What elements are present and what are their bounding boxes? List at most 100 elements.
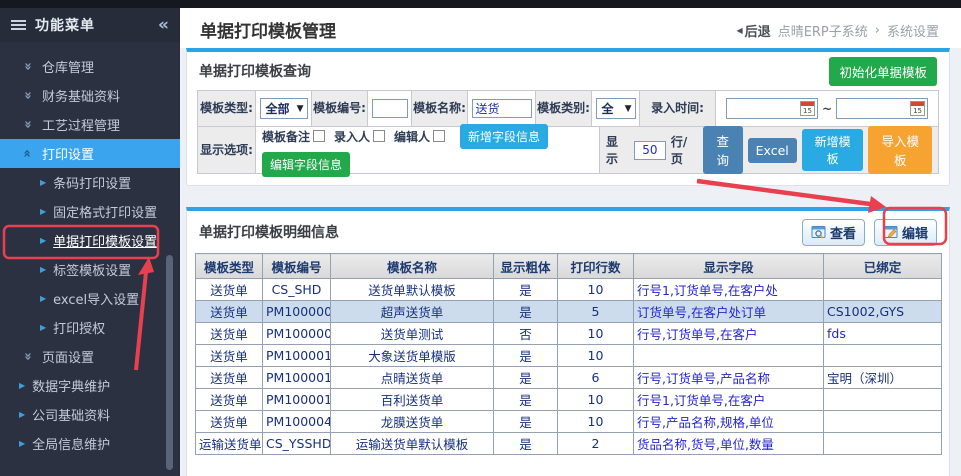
template-no-input[interactable]: [372, 99, 408, 118]
paging-cell: 显示 行/页 查询 Excel 新增模板 导入模板: [600, 127, 938, 173]
template-table: 模板类型 模板编号 模板名称 显示粗体 打印行数 显示字段 已绑定 送货单CS_…: [195, 253, 942, 455]
entry-time-label: 录入时间:: [640, 91, 716, 126]
editor-checkbox[interactable]: [433, 130, 445, 142]
detail-panel-title: 单据打印模板明细信息: [199, 222, 339, 242]
query-panel-header: 单据打印模板查询 初始化单据模板: [187, 52, 949, 90]
app-window: { "sidebar": { "title": "功能菜单", "items":…: [0, 0, 961, 476]
template-name-input[interactable]: [472, 99, 532, 118]
sidebar-item-company-basic[interactable]: ▶公司基础资料: [0, 400, 180, 429]
breadcrumb-separator: ›: [875, 23, 880, 38]
query-form-row-2: 显示选项: 模板备注 录入人 编辑人 新增字段信息 编辑字段信息 显示 行/页 …: [198, 126, 938, 173]
menu-list-icon: [11, 20, 26, 30]
sidebar-menu: »仓库管理 »财务基础资料 »工艺过程管理 »打印设置 ▶条码打印设置 ▶固定格…: [0, 42, 180, 458]
template-type-select[interactable]: 全部▼: [260, 98, 308, 119]
chevron-down-icon: ▼: [297, 104, 304, 114]
table-row-selected[interactable]: 送货单PM1000001超声送货单是5订货单号,在客户处订单CS1002,GYS: [196, 301, 942, 323]
table-row[interactable]: 送货单PM1000011大象送货单模版是10: [196, 345, 942, 367]
edit-field-info-button[interactable]: 编辑字段信息: [262, 152, 350, 177]
date-range-separator: ~: [822, 102, 832, 116]
sidebar-scrollbar[interactable]: [166, 255, 173, 470]
edit-button[interactable]: 编辑: [874, 219, 937, 246]
triangle-right-icon: ▶: [19, 410, 25, 419]
sidebar-item-excel-import[interactable]: ▶excel导入设置: [0, 284, 180, 313]
checkbox-label-entry-person: 录入人: [334, 128, 370, 145]
show-label: 显示: [606, 133, 629, 167]
query-panel-title: 单据打印模板查询: [199, 61, 311, 81]
template-category-select[interactable]: 全▼: [596, 98, 636, 119]
entry-time-start-input[interactable]: 15: [726, 98, 818, 119]
triangle-right-icon: ▶: [40, 236, 46, 245]
table-row[interactable]: 送货单PM1000009送货单测试否10行号,订货单号,在客户fds: [196, 323, 942, 345]
sidebar-item-print-settings[interactable]: »打印设置: [0, 139, 180, 168]
triangle-right-icon: ▶: [40, 265, 46, 274]
back-button[interactable]: ◀后退: [737, 21, 771, 40]
display-options-label: 显示选项:: [198, 127, 256, 173]
new-template-button[interactable]: 新增模板: [802, 129, 864, 171]
query-form: 模板类型: 全部▼ 模板编号: 模板名称: 模板类别: 全▼ 录入时间: 15 …: [197, 90, 939, 174]
sidebar-item-finance-basic[interactable]: »财务基础资料: [0, 81, 180, 110]
display-options-cell: 模板备注 录入人 编辑人 新增字段信息 编辑字段信息: [256, 127, 600, 173]
chevron-down-icon: »: [20, 350, 35, 363]
sidebar-item-label-template[interactable]: ▶标签模板设置: [0, 255, 180, 284]
add-field-info-button[interactable]: 新增字段信息: [460, 124, 548, 149]
triangle-right-icon: ▶: [19, 381, 25, 390]
detail-panel: 单据打印模板明细信息 查看 编辑 模板类型 模板编号 模板名称 显示粗体 打印行…: [186, 207, 950, 476]
template-type-label: 模板类型:: [198, 91, 256, 126]
calendar-icon[interactable]: 15: [910, 101, 925, 116]
table-row[interactable]: 送货单PM1000041龙膜送货单是10行号,产品名称,规格,单位: [196, 411, 942, 433]
top-strip: [0, 0, 961, 8]
table-row[interactable]: 运输送货单CS_YSSHD运输送货单默认模板是2货品名称,货号,单位,数量: [196, 433, 942, 455]
sidebar-item-doc-print-template[interactable]: ▶单据打印模板设置: [0, 226, 180, 255]
query-form-row-1: 模板类型: 全部▼ 模板编号: 模板名称: 模板类别: 全▼ 录入时间: 15 …: [198, 91, 938, 126]
sidebar-header: 功能菜单 «: [0, 8, 180, 42]
back-icon: ◀: [737, 26, 743, 35]
sidebar-item-data-dictionary[interactable]: ▶数据字典维护: [0, 371, 180, 400]
triangle-right-icon: ▶: [40, 323, 46, 332]
triangle-right-icon: ▶: [40, 294, 46, 303]
triangle-right-icon: ▶: [19, 439, 25, 448]
view-icon: [811, 225, 826, 240]
edit-icon: [883, 225, 898, 240]
template-name-label: 模板名称:: [412, 91, 468, 126]
sidebar-item-page-settings[interactable]: »页面设置: [0, 342, 180, 371]
page-title: 单据打印模板管理: [200, 17, 336, 42]
rows-per-page-input[interactable]: [634, 141, 666, 160]
triangle-right-icon: ▶: [40, 207, 46, 216]
remark-checkbox[interactable]: [313, 130, 325, 142]
sidebar: 功能菜单 « »仓库管理 »财务基础资料 »工艺过程管理 »打印设置 ▶条码打印…: [0, 8, 180, 476]
chevron-down-icon: »: [20, 60, 35, 73]
template-no-label: 模板编号:: [312, 91, 368, 126]
sidebar-item-process-mgmt[interactable]: »工艺过程管理: [0, 110, 180, 139]
table-row[interactable]: 送货单CS_SHD送货单默认模板是10行号1,订货单号,在客户处: [196, 279, 942, 301]
table-row[interactable]: 送货单PM1000019百利送货单是10行号1,订货单号,在客户: [196, 389, 942, 411]
triangle-right-icon: ▶: [40, 178, 46, 187]
chevron-down-icon: ▼: [625, 104, 632, 114]
sidebar-item-global-info[interactable]: ▶全局信息维护: [0, 429, 180, 458]
collapse-sidebar-icon[interactable]: «: [158, 15, 169, 35]
sidebar-item-barcode-print[interactable]: ▶条码打印设置: [0, 168, 180, 197]
sidebar-item-print-auth[interactable]: ▶打印授权: [0, 313, 180, 342]
init-template-button[interactable]: 初始化单据模板: [829, 57, 937, 86]
sidebar-title: 功能菜单: [35, 15, 95, 35]
per-page-label: 行/页: [671, 133, 698, 167]
table-header-row: 模板类型 模板编号 模板名称 显示粗体 打印行数 显示字段 已绑定: [196, 254, 942, 279]
calendar-icon[interactable]: 15: [800, 101, 815, 116]
detail-panel-header: 单据打印模板明细信息 查看 编辑: [187, 211, 949, 253]
chevron-up-icon: »: [20, 147, 35, 160]
excel-button[interactable]: Excel: [748, 138, 797, 163]
sidebar-item-fixed-format-print[interactable]: ▶固定格式打印设置: [0, 197, 180, 226]
query-panel: 单据打印模板查询 初始化单据模板 模板类型: 全部▼ 模板编号: 模板名称: 模…: [186, 48, 950, 186]
view-button[interactable]: 查看: [802, 219, 865, 246]
checkbox-label-remark: 模板备注: [262, 128, 310, 145]
entry-time-end-input[interactable]: 15: [836, 98, 928, 119]
breadcrumb-page: 系统设置: [887, 21, 939, 40]
table-row[interactable]: 送货单PM1000012点晴送货单是6行号,订货单号,产品名称宝明（深圳）: [196, 367, 942, 389]
checkbox-label-editor: 编辑人: [394, 128, 430, 145]
breadcrumb: ◀后退 点晴ERP子系统 › 系统设置: [737, 21, 939, 40]
entry-person-checkbox[interactable]: [373, 130, 385, 142]
import-template-button[interactable]: 导入模板: [868, 126, 932, 174]
query-button[interactable]: 查询: [703, 126, 743, 174]
breadcrumb-app[interactable]: 点晴ERP子系统: [778, 21, 868, 40]
chevron-down-icon: »: [20, 118, 35, 131]
sidebar-item-warehouse[interactable]: »仓库管理: [0, 52, 180, 81]
